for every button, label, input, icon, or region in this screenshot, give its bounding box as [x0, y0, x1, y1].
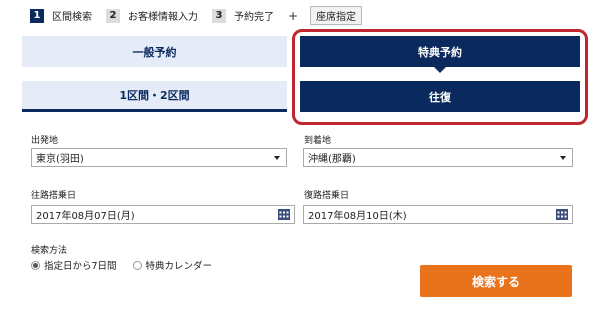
search-method-label: 検索方法 [31, 246, 68, 256]
progress-steps: 1 区間検索 2 お客様情報入力 3 予約完了 + 座席指定 [30, 6, 363, 25]
arrival-select[interactable]: 沖縄(那覇) [303, 148, 573, 167]
tab-award-booking[interactable]: 特典予約 [300, 36, 580, 67]
radio-checked-icon [31, 260, 40, 270]
calendar-icon[interactable] [278, 209, 290, 220]
return-date-value: 2017年08月10日(木) [308, 211, 407, 222]
search-button[interactable]: 検索する [420, 265, 572, 297]
step-label: 区間検索 [52, 12, 92, 23]
step-label: 予約完了 [234, 12, 274, 23]
radio-award-calendar[interactable]: 特典カレンダー [132, 258, 213, 272]
arrival-label: 到着地 [304, 136, 332, 146]
outbound-date-field[interactable]: 2017年08月07日(月) [31, 205, 295, 224]
departure-label: 出発地 [31, 136, 59, 146]
tab-one-two-segments[interactable]: 1区間・2区間 [22, 81, 287, 112]
step-number: 1 [30, 8, 44, 23]
step-number: 3 [212, 8, 226, 23]
tab-round-trip[interactable]: 往復 [300, 81, 580, 112]
chevron-down-icon [560, 156, 566, 160]
return-date-field[interactable]: 2017年08月10日(木) [303, 205, 573, 224]
outbound-date-label: 往路搭乗日 [31, 191, 77, 201]
chevron-down-icon [274, 156, 280, 160]
active-tab-caret [434, 67, 446, 73]
step-number: 2 [106, 8, 120, 23]
arrival-value: 沖縄(那覇) [308, 154, 356, 165]
calendar-icon[interactable] [556, 209, 568, 220]
seat-selection-step: 座席指定 [310, 6, 363, 25]
step-2: 2 お客様情報入力 [106, 8, 198, 23]
tab-general-booking[interactable]: 一般予約 [22, 36, 287, 67]
step-label: お客様情報入力 [128, 12, 198, 23]
departure-select[interactable]: 東京(羽田) [31, 148, 287, 167]
step-3: 3 予約完了 [212, 8, 274, 23]
radio-seven-days[interactable]: 指定日から7日間 [31, 258, 117, 272]
radio-unchecked-icon [132, 260, 142, 270]
radio-label: 特典カレンダー [145, 261, 213, 272]
radio-label: 指定日から7日間 [44, 261, 117, 272]
step-1: 1 区間検索 [30, 8, 92, 23]
plus-sign: + [288, 8, 299, 23]
return-date-label: 復路搭乗日 [304, 191, 350, 201]
departure-value: 東京(羽田) [36, 154, 84, 165]
search-method-options: 指定日から7日間 特典カレンダー [31, 258, 228, 272]
outbound-date-value: 2017年08月07日(月) [36, 211, 135, 222]
